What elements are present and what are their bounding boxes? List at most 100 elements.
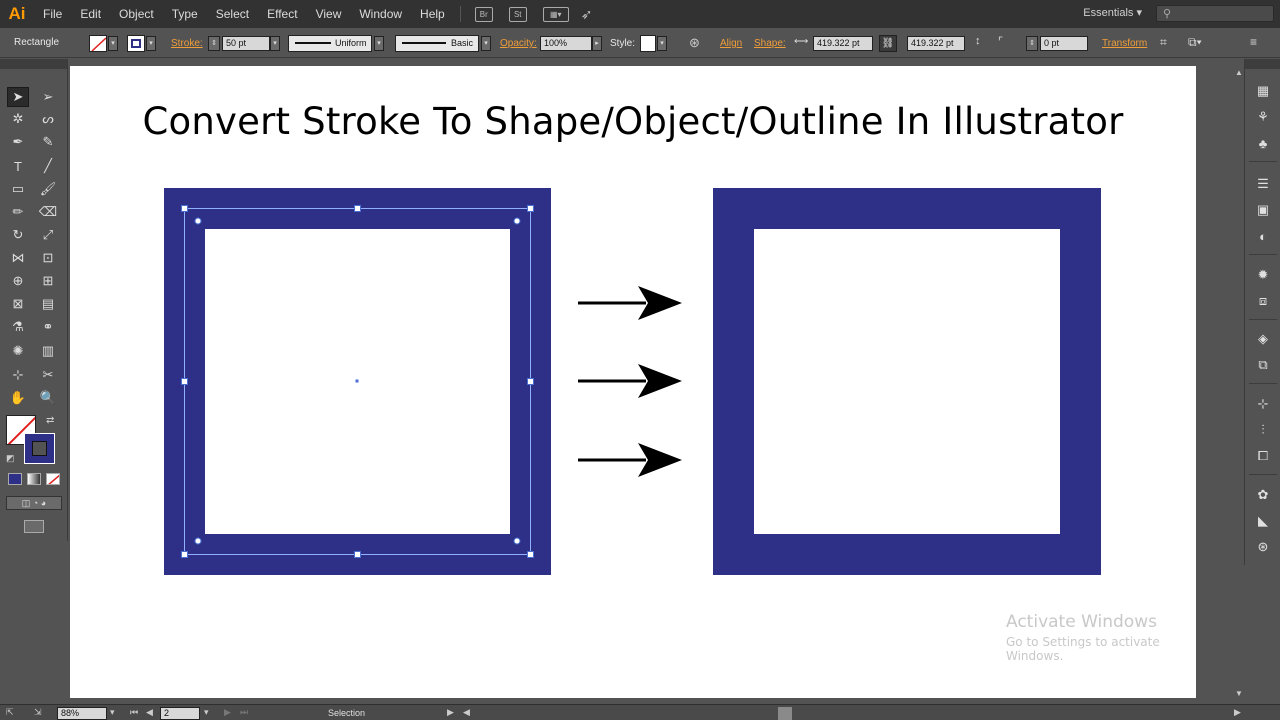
stroke-color-box[interactable] xyxy=(24,433,55,464)
stroke-weight-dropdown[interactable]: ▾ xyxy=(270,36,280,51)
transform-label[interactable]: Transform xyxy=(1102,38,1147,49)
stroke-panel-icon[interactable]: ☰ xyxy=(1254,175,1272,193)
last-artboard-icon[interactable]: ⏭ xyxy=(240,707,248,718)
variable-width-profile[interactable]: Uniform xyxy=(288,35,372,52)
zoom-field[interactable]: 88% xyxy=(57,707,107,720)
stroke-swatch[interactable] xyxy=(127,35,145,52)
mesh-tool-icon[interactable]: ⊠ xyxy=(7,294,29,314)
symbols-icon[interactable]: ♣ xyxy=(1254,134,1272,152)
layers-icon[interactable]: ◈ xyxy=(1254,330,1272,348)
eyedropper-tool-icon[interactable]: ⚗ xyxy=(7,317,29,337)
brushes-icon[interactable]: ⚘ xyxy=(1254,108,1272,126)
brush-dropdown[interactable]: ▾ xyxy=(481,36,491,51)
default-colors-icon[interactable]: ◩ xyxy=(6,453,15,464)
width-field[interactable]: 419.322 pt xyxy=(813,36,873,51)
slice-tool-icon[interactable]: ✂ xyxy=(37,365,59,385)
stroke-weight-field[interactable]: 50 pt xyxy=(222,36,270,51)
artboard-tool-icon[interactable]: ⊹ xyxy=(7,365,29,385)
menu-object[interactable]: Object xyxy=(110,0,163,28)
panel-menu-icon[interactable]: ≡ xyxy=(1250,35,1257,49)
menu-view[interactable]: View xyxy=(307,0,351,28)
symbol-sprayer-tool-icon[interactable]: ✺ xyxy=(7,341,29,361)
arrange-documents-icon[interactable]: ▦▾ xyxy=(542,6,569,22)
artboard-dropdown-icon[interactable]: ▾ xyxy=(204,707,209,718)
rotate-tool-icon[interactable]: ↻ xyxy=(7,225,29,245)
stroke-dropdown[interactable]: ▾ xyxy=(146,36,156,51)
screen-mode-icon[interactable] xyxy=(24,520,44,533)
pathfinder-icon[interactable]: ⧠ xyxy=(1254,447,1272,465)
lasso-tool-icon[interactable]: ᔕ xyxy=(37,109,59,129)
pencil-tool-icon[interactable]: ✏ xyxy=(7,202,29,222)
brush-definition[interactable]: Basic xyxy=(395,35,479,52)
share-icon[interactable]: ⇱ xyxy=(6,707,14,718)
perspective-grid-tool-icon[interactable]: ⊞ xyxy=(37,271,59,291)
outlined-shape[interactable] xyxy=(713,188,1101,575)
color-guide-icon[interactable]: ▦ xyxy=(1254,82,1272,100)
fill-dropdown[interactable]: ▾ xyxy=(108,36,118,51)
selection-bounding-box[interactable] xyxy=(164,188,551,575)
eraser-tool-icon[interactable]: ⌫ xyxy=(37,202,59,222)
gradient-tool-icon[interactable]: ▤ xyxy=(37,294,59,314)
blend-tool-icon[interactable]: ⚭ xyxy=(37,317,59,337)
rectangle-tool-icon[interactable]: ▭ xyxy=(7,179,29,199)
selection-tool-icon[interactable]: ➤ xyxy=(7,87,29,107)
paintbrush-tool-icon[interactable]: 🖌 xyxy=(37,179,59,199)
profile-dropdown[interactable]: ▾ xyxy=(374,36,384,51)
swatches-icon[interactable]: ✿ xyxy=(1254,486,1272,504)
first-artboard-icon[interactable]: ⏮ xyxy=(130,707,138,718)
align-panel-icon[interactable]: ⫶ xyxy=(1254,421,1272,439)
appearance-icon[interactable]: ✹ xyxy=(1254,266,1272,284)
workspace-switcher[interactable]: Essentials ▾ xyxy=(1083,6,1142,19)
dock-header[interactable] xyxy=(1245,59,1280,69)
help-search-input[interactable]: ⚲ xyxy=(1156,5,1274,22)
none-mode-icon[interactable] xyxy=(46,473,60,485)
vertical-scrollbar[interactable]: ▲ ▼ xyxy=(1234,66,1244,700)
zoom-tool-icon[interactable]: 🔍 xyxy=(37,388,59,408)
scroll-left-icon[interactable]: ◀ xyxy=(463,707,470,718)
align-label[interactable]: Align xyxy=(720,38,742,49)
height-field[interactable]: 419.322 pt xyxy=(907,36,965,51)
magic-wand-tool-icon[interactable]: ✲ xyxy=(7,109,29,129)
scale-tool-icon[interactable]: ⤢ xyxy=(37,225,59,245)
fill-swatch[interactable] xyxy=(89,35,107,52)
width-tool-icon[interactable]: ⋈ xyxy=(7,248,29,268)
horizontal-scroll-thumb[interactable] xyxy=(778,707,792,720)
artboard-number-field[interactable]: 2 xyxy=(160,707,200,720)
hand-tool-icon[interactable]: ✋ xyxy=(7,388,29,408)
gpu-performance-icon[interactable]: ➶ xyxy=(581,6,593,23)
stock-icon[interactable]: St xyxy=(508,6,527,22)
menu-effect[interactable]: Effect xyxy=(258,0,306,28)
bridge-icon[interactable]: Br xyxy=(474,6,493,22)
document-info-icon[interactable]: ⇲ xyxy=(34,707,42,718)
menu-select[interactable]: Select xyxy=(207,0,258,28)
style-dropdown[interactable]: ▾ xyxy=(657,36,667,51)
swap-fill-stroke-icon[interactable]: ⇄ xyxy=(46,415,54,426)
transform-panel-icon[interactable]: ⊹ xyxy=(1254,395,1272,413)
navigator-icon[interactable]: ⊛ xyxy=(1254,538,1272,556)
previous-artboard-icon[interactable]: ◀ xyxy=(146,707,153,718)
scroll-up-icon[interactable]: ▲ xyxy=(1235,68,1243,77)
curvature-tool-icon[interactable]: ✎ xyxy=(37,132,59,152)
scroll-right-icon[interactable]: ▶ xyxy=(1234,707,1241,718)
artboards-icon[interactable]: ⧉ xyxy=(1254,356,1272,374)
tools-panel-header[interactable] xyxy=(0,59,67,69)
stroke-weight-stepper[interactable]: ⇕ xyxy=(208,36,220,51)
menu-help[interactable]: Help xyxy=(411,0,454,28)
menu-type[interactable]: Type xyxy=(163,0,207,28)
scroll-down-icon[interactable]: ▼ xyxy=(1235,689,1243,698)
recolor-artwork-icon[interactable]: ⊛ xyxy=(689,35,700,51)
color-panel-icon[interactable]: ◣ xyxy=(1254,512,1272,530)
opacity-field[interactable]: 100% xyxy=(540,36,592,51)
constrain-proportions-icon[interactable]: ⛓ xyxy=(879,35,897,52)
drawing-modes-icon[interactable]: ◫ ◔ ◕ xyxy=(6,496,62,510)
zoom-dropdown-icon[interactable]: ▾ xyxy=(110,707,115,718)
arrange-icon[interactable]: ⧉▾ xyxy=(1188,35,1202,50)
opacity-label[interactable]: Opacity: xyxy=(500,38,537,49)
menu-window[interactable]: Window xyxy=(350,0,411,28)
transparency-icon[interactable]: ◐ xyxy=(1254,227,1272,245)
menu-edit[interactable]: Edit xyxy=(71,0,110,28)
graphic-styles-icon[interactable]: ⧈ xyxy=(1254,292,1272,310)
free-transform-tool-icon[interactable]: ⊡ xyxy=(37,248,59,268)
shape-builder-tool-icon[interactable]: ⊕ xyxy=(7,271,29,291)
menu-file[interactable]: File xyxy=(34,0,71,28)
